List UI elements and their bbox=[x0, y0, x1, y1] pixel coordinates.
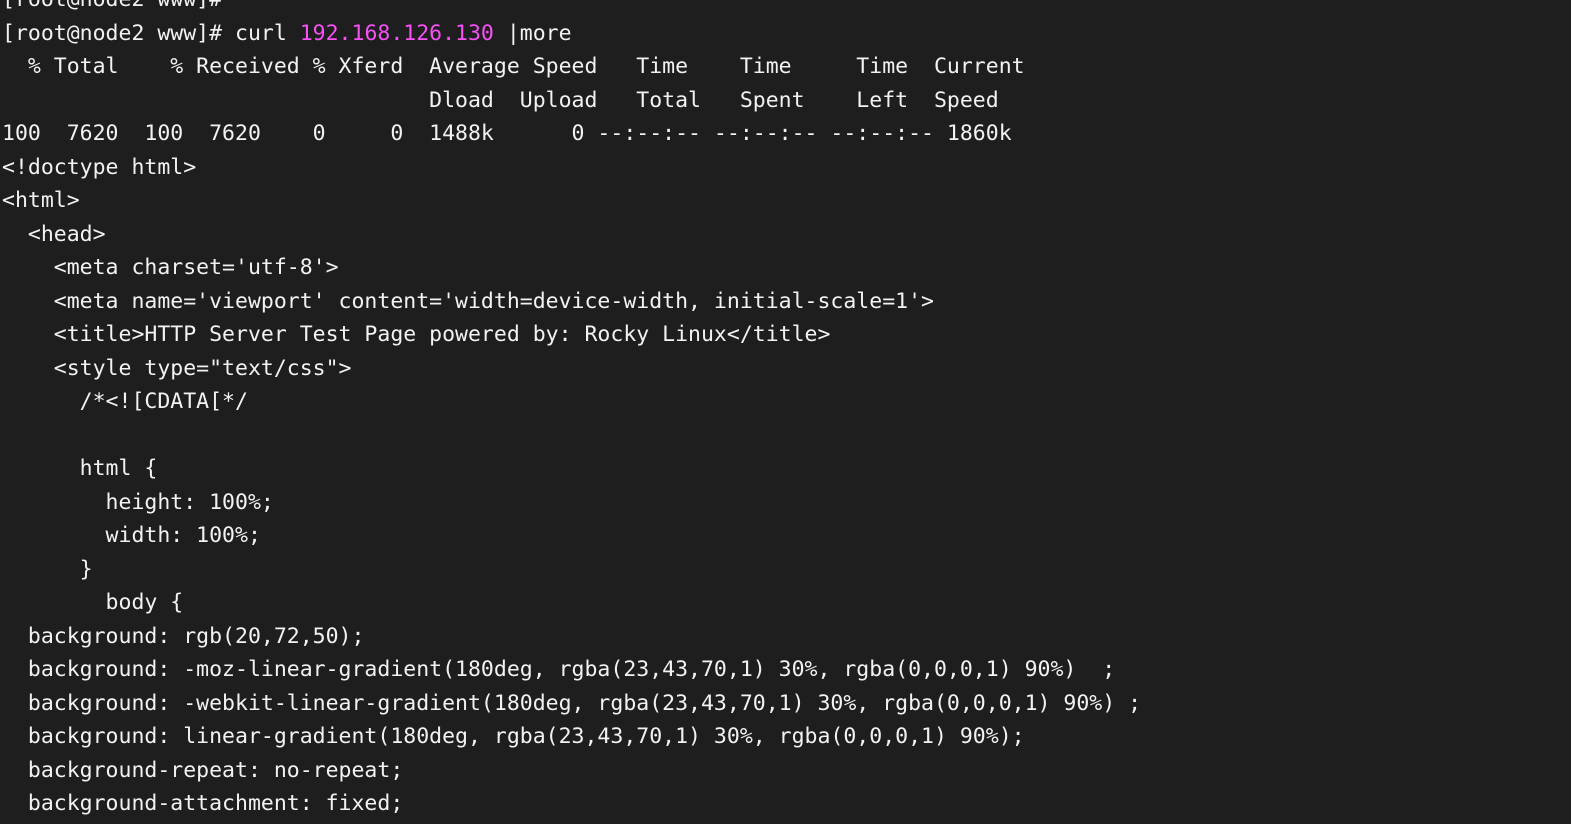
terminal-text: background-repeat: no-repeat; bbox=[2, 757, 404, 783]
curl-progress-row: 100 7620 100 7620 0 0 1488k 0 --:--:-- -… bbox=[0, 117, 1571, 151]
terminal-text: width: 100%; bbox=[2, 523, 261, 548]
terminal-screen[interactable]: [root@node2 www]# [root@node2 www]# curl … bbox=[0, 0, 1571, 821]
terminal-text: <meta name='viewport' content='width=dev… bbox=[2, 288, 934, 314]
css-body-background-standard: background: linear-gradient(180deg, rgba… bbox=[0, 720, 1571, 754]
meta-viewport: <meta name='viewport' content='width=dev… bbox=[0, 285, 1571, 319]
terminal-window[interactable]: [root@node2 www]# [root@node2 www]# curl … bbox=[0, 0, 1571, 824]
terminal-text: 100 7620 100 7620 0 0 1488k 0 --:--:-- -… bbox=[2, 121, 1012, 146]
curl-progress-header-1: % Total % Received % Xferd Average Speed… bbox=[0, 50, 1571, 84]
css-body-background-webkit: background: -webkit-linear-gradient(180d… bbox=[0, 687, 1571, 721]
html-open-tag: <html> bbox=[0, 184, 1571, 218]
css-html-selector: html { bbox=[0, 452, 1571, 486]
terminal-text: height: 100%; bbox=[2, 489, 274, 515]
css-body-selector: body { bbox=[0, 586, 1571, 620]
terminal-text: background: rgb(20,72,50); bbox=[2, 623, 365, 649]
terminal-text: background: linear-gradient(180deg, rgba… bbox=[2, 724, 1025, 749]
css-body-background-rgb: background: rgb(20,72,50); bbox=[0, 620, 1571, 654]
css-html-height: height: 100%; bbox=[0, 486, 1571, 520]
cdata-open: /*<![CDATA[*/ bbox=[0, 385, 1571, 419]
terminal-text: <meta charset='utf-8'> bbox=[2, 255, 339, 280]
terminal-text: [root@node2 www]# bbox=[2, 0, 222, 12]
terminal-text: |more bbox=[493, 20, 572, 46]
terminal-text: } bbox=[2, 556, 93, 582]
terminal-text: <style type="text/css"> bbox=[2, 355, 352, 381]
curl-progress-header-2: Dload Upload Total Spent Left Speed bbox=[0, 84, 1571, 118]
terminal-text: [root@node2 www]# curl bbox=[2, 20, 300, 46]
css-html-close: } bbox=[0, 553, 1571, 587]
style-open-tag: <style type="text/css"> bbox=[0, 352, 1571, 386]
terminal-text: <!doctype html> bbox=[2, 154, 197, 180]
terminal-text: background: -webkit-linear-gradient(180d… bbox=[2, 690, 1142, 716]
css-body-background-moz: background: -moz-linear-gradient(180deg,… bbox=[0, 653, 1571, 687]
terminal-text: <head> bbox=[2, 221, 106, 247]
command-line: [root@node2 www]# curl 192.168.126.130 |… bbox=[0, 17, 1571, 51]
terminal-text: html { bbox=[2, 456, 158, 481]
terminal-text: body { bbox=[2, 590, 184, 615]
terminal-text: Dload Upload Total Spent Left Speed bbox=[2, 87, 999, 113]
html-doctype: <!doctype html> bbox=[0, 151, 1571, 185]
head-open-tag: <head> bbox=[0, 218, 1571, 252]
terminal-text: <title>HTTP Server Test Page powered by:… bbox=[2, 322, 831, 347]
page-title-tag: <title>HTTP Server Test Page powered by:… bbox=[0, 318, 1571, 352]
terminal-text: background-attachment: fixed; bbox=[2, 791, 404, 816]
terminal-text: <html> bbox=[2, 188, 80, 213]
terminal-text: /*<![CDATA[*/ bbox=[2, 389, 248, 414]
terminal-text: background: -moz-linear-gradient(180deg,… bbox=[2, 657, 1116, 682]
css-body-background-repeat: background-repeat: no-repeat; bbox=[0, 754, 1571, 788]
host-ip-text: 192.168.126.130 bbox=[299, 20, 494, 46]
terminal-text: % Total % Received % Xferd Average Speed… bbox=[2, 54, 1025, 79]
css-body-background-attachment: background-attachment: fixed; bbox=[0, 787, 1571, 821]
previous-prompt-line: [root@node2 www]# bbox=[0, 0, 1571, 17]
css-html-width: width: 100%; bbox=[0, 519, 1571, 553]
meta-charset: <meta charset='utf-8'> bbox=[0, 251, 1571, 285]
blank-line-1 bbox=[0, 419, 1571, 453]
